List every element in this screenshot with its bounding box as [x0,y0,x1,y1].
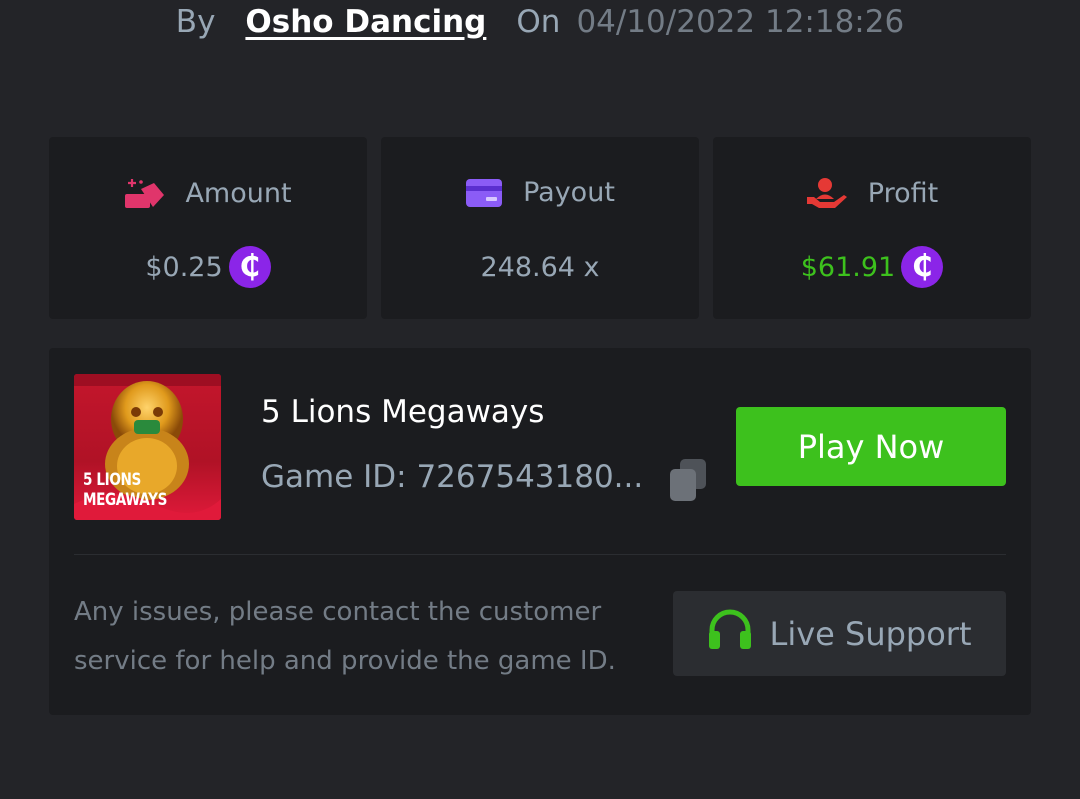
amount-card: Amount $0.25 ₵ [49,137,367,319]
payout-label: Payout [523,177,615,208]
coin-icon: ₵ [901,246,944,288]
thumbnail-title: 5 LIONS MEGAWAYS [83,470,167,510]
amount-value-row: $0.25 ₵ [49,245,367,289]
payout-card: Payout 248.64 x [381,137,699,319]
game-name: 5 Lions Megaways [261,394,545,430]
divider [74,554,1006,555]
profit-value-row: $61.91 ₵ [713,245,1031,289]
live-support-label: Live Support [769,614,972,653]
payout-value-row: 248.64 x [381,245,699,289]
card-icon [465,178,503,208]
payout-value: 248.64 x [480,251,600,283]
copy-icon[interactable] [668,458,708,502]
amount-icon [124,177,165,209]
live-support-button[interactable]: Live Support [673,591,1006,676]
amount-header: Amount [49,177,367,209]
bet-detail-page: By Osho Dancing On 04/10/2022 12:18:26 A… [0,0,1080,799]
coin-icon: ₵ [228,246,271,288]
on-label: On [516,4,561,40]
game-panel: 5 LIONS MEGAWAYS 5 Lions Megaways Game I… [49,348,1031,715]
headset-icon [707,609,753,659]
amount-value: $0.25 [145,251,223,283]
amount-label: Amount [185,177,292,209]
game-thumbnail[interactable]: 5 LIONS MEGAWAYS [74,374,221,520]
bet-byline: By Osho Dancing On 04/10/2022 12:18:26 [0,4,1080,40]
profit-value: $61.91 [800,251,896,283]
support-help-text: Any issues, please contact the customer … [74,597,616,676]
payout-header: Payout [381,177,699,208]
profit-icon [806,177,848,209]
profit-header: Profit [713,177,1031,209]
profit-card: Profit $61.91 ₵ [713,137,1031,319]
bet-datetime: 04/10/2022 12:18:26 [576,4,905,40]
profit-label: Profit [867,177,939,209]
game-id: Game ID: 7267543180... [261,459,644,495]
play-now-button[interactable]: Play Now [736,407,1006,486]
username-link[interactable]: Osho Dancing [245,4,486,40]
by-label: By [175,4,216,40]
